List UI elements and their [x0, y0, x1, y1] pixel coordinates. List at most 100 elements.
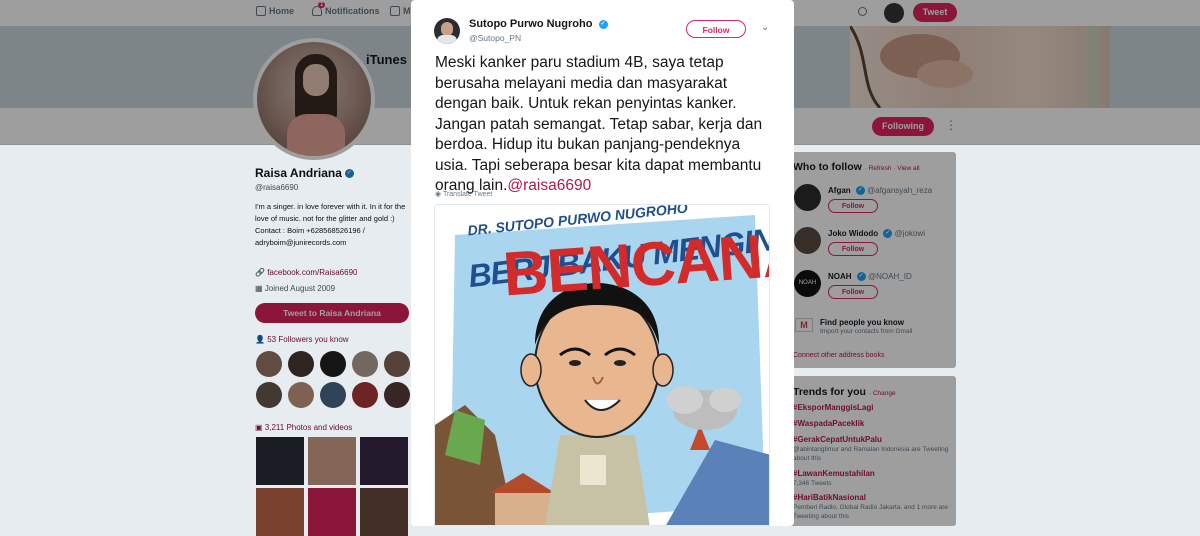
- profile-link-text: facebook.com/Raisa6690: [267, 268, 358, 277]
- who-to-follow-heading: Who to follow: [793, 161, 862, 173]
- profile-avatar[interactable]: [253, 38, 375, 160]
- followers-you-know-text: 53 Followers you know: [267, 335, 349, 344]
- refresh-link[interactable]: Refresh: [869, 165, 892, 172]
- wtf-avatar-jokowi[interactable]: [794, 227, 821, 254]
- nav-home[interactable]: Home: [256, 6, 294, 16]
- author-face: [441, 22, 453, 36]
- nav-messages[interactable]: M: [390, 6, 411, 16]
- wtf-name-afgan[interactable]: Afgan ✓ @afgansyah_reza: [828, 186, 933, 196]
- trend-item[interactable]: #WaspadaPaceklik: [793, 419, 864, 428]
- media-thumbnail[interactable]: [256, 437, 304, 485]
- account-avatar[interactable]: [884, 3, 904, 23]
- tweet-image[interactable]: DR. SUTOPO PURWO NUGROHO BERJIBAKU MENGI…: [434, 204, 770, 526]
- photos-videos-link[interactable]: ▣ 3,211 Photos and videos: [255, 423, 352, 432]
- follow-author-button[interactable]: Follow: [686, 20, 746, 38]
- who-to-follow-title: Who to follow · Refresh · View all: [793, 161, 920, 173]
- trend-item[interactable]: #HariBatikNasional: [793, 493, 866, 502]
- follower-avatar[interactable]: [288, 351, 314, 377]
- trend-item[interactable]: #LawanKemustahilan: [793, 469, 875, 478]
- profile-link[interactable]: 🔗 facebook.com/Raisa6690: [255, 268, 357, 277]
- chevron-down-icon[interactable]: ⌄: [761, 22, 769, 33]
- trends-heading: Trends for you: [793, 386, 866, 398]
- following-button[interactable]: Following: [872, 117, 934, 136]
- wtf-user-name: Joko Widodo: [828, 229, 879, 238]
- tweet-author-handle[interactable]: @Sutopo_PN: [469, 33, 521, 43]
- profile-handle: @raisa6690: [255, 183, 299, 192]
- avatar-face: [303, 64, 329, 96]
- trends-title: Trends for you · Change: [793, 386, 896, 398]
- find-people-link[interactable]: Find people you know: [820, 318, 904, 327]
- nav-notifications[interactable]: 1 Notifications: [312, 2, 380, 16]
- wtf-user-handle: @afgansyah_reza: [867, 186, 933, 195]
- connect-address-books-link[interactable]: Connect other address books: [793, 352, 884, 359]
- tweet-mention[interactable]: @raisa6690: [507, 177, 591, 194]
- verified-icon: ✓: [855, 186, 865, 196]
- wtf-user-handle: @NOAH_ID: [868, 272, 912, 281]
- people-icon: 👤: [255, 335, 265, 344]
- wtf-name-jokowi[interactable]: Joko Widodo ✓ @jokowi: [828, 229, 925, 239]
- banner-photo: [848, 25, 1110, 110]
- gmail-icon: M: [795, 318, 813, 332]
- verified-icon: ✓: [598, 19, 608, 29]
- view-all-link[interactable]: View all: [897, 165, 919, 172]
- link-icon: 🔗: [255, 268, 265, 277]
- profile-joined: ▦ Joined August 2009: [255, 284, 335, 293]
- trend-meta: @abintangtimur and Ramalan Indonesia are…: [793, 446, 949, 462]
- wtf-user-name: Afgan: [828, 186, 851, 195]
- tweet-to-button[interactable]: Tweet to Raisa Andriana: [255, 303, 409, 323]
- verified-icon: ✓: [856, 272, 866, 282]
- more-options-icon[interactable]: ⋮: [945, 118, 957, 132]
- follower-avatar[interactable]: [256, 351, 282, 377]
- wtf-avatar-afgan[interactable]: [794, 184, 821, 211]
- follow-button-noah[interactable]: Follow: [828, 285, 878, 299]
- tweet-body: Meski kanker paru stadium 4B, saya tetap…: [435, 54, 763, 194]
- translate-tweet-link[interactable]: ◉ Translate Tweet: [435, 190, 492, 198]
- change-trends-link[interactable]: Change: [873, 390, 896, 397]
- wtf-user-name: NOAH: [828, 272, 852, 281]
- trend-item[interactable]: #GerakCepatUntukPalu: [793, 435, 882, 444]
- tweet-text: Meski kanker paru stadium 4B, saya tetap…: [435, 53, 770, 197]
- wtf-name-noah[interactable]: NOAH ✓ @NOAH_ID: [828, 272, 912, 282]
- followers-you-know-link[interactable]: 👤 53 Followers you know: [255, 335, 349, 344]
- tweet-modal: Sutopo Purwo Nugroho ✓ @Sutopo_PN Follow…: [411, 0, 794, 526]
- media-thumbnail[interactable]: [308, 437, 356, 485]
- translate-tweet-text: Translate Tweet: [442, 191, 493, 198]
- follower-avatar[interactable]: [384, 351, 410, 377]
- follow-button-jokowi[interactable]: Follow: [828, 242, 878, 256]
- nav-notifications-label: Notifications: [325, 6, 380, 16]
- photo-icon: ▣: [255, 423, 263, 432]
- tweet-author-name-row[interactable]: Sutopo Purwo Nugroho ✓: [469, 18, 608, 30]
- profile-bio: I'm a singer. in love forever with it. I…: [255, 202, 406, 247]
- banner-photo-art: [848, 25, 1099, 110]
- follower-avatar[interactable]: [320, 351, 346, 377]
- media-thumbnail[interactable]: [360, 437, 408, 485]
- tweet-author-name: Sutopo Purwo Nugroho: [469, 18, 593, 30]
- media-thumbnail[interactable]: [308, 488, 356, 536]
- profile-name-row: Raisa Andriana ✓: [255, 166, 354, 180]
- tweet-author-avatar[interactable]: [434, 18, 460, 44]
- calendar-icon: ▦: [255, 284, 263, 293]
- follower-avatar[interactable]: [384, 382, 410, 408]
- follower-avatar[interactable]: [352, 382, 378, 408]
- follower-avatar[interactable]: [320, 382, 346, 408]
- trend-meta: 7,346 Tweets: [793, 480, 832, 487]
- verified-icon: ✓: [883, 229, 893, 239]
- follower-avatar[interactable]: [352, 351, 378, 377]
- media-thumbnail[interactable]: [256, 488, 304, 536]
- follower-avatar[interactable]: [288, 382, 314, 408]
- banner-itunes-text: iTunes: [366, 52, 407, 67]
- compose-tweet-button[interactable]: Tweet: [913, 3, 957, 22]
- photos-videos-text: 3,211 Photos and videos: [264, 423, 353, 432]
- trend-item[interactable]: #EksporManggisLagi: [793, 403, 873, 412]
- trends-change-row: · Change: [868, 390, 896, 397]
- wtf-avatar-noah[interactable]: NOAH: [794, 270, 821, 297]
- search-icon[interactable]: [858, 7, 867, 16]
- globe-icon: ◉: [435, 191, 442, 198]
- avatar-dress: [287, 114, 345, 156]
- trend-meta: Pemberi Radio, Global Radio Jakarta, and…: [793, 504, 948, 520]
- follow-button-afgan[interactable]: Follow: [828, 199, 878, 213]
- follower-avatar[interactable]: [256, 382, 282, 408]
- media-thumbnail[interactable]: [360, 488, 408, 536]
- author-shirt: [437, 35, 457, 44]
- profile-name: Raisa Andriana: [255, 166, 342, 180]
